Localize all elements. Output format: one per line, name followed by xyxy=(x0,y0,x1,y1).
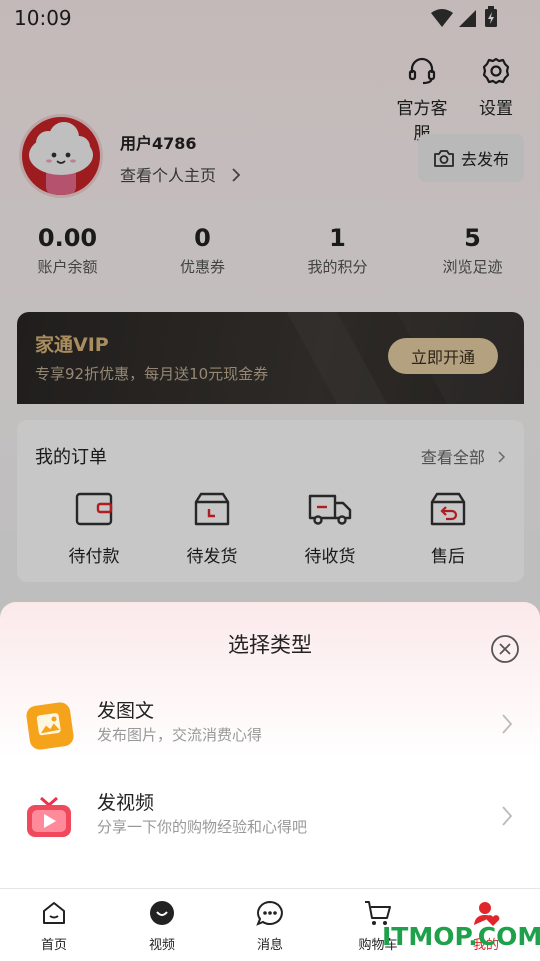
video-smile-icon xyxy=(150,901,174,925)
tab-messages[interactable]: 消息 xyxy=(216,889,324,961)
tab-label: 消息 xyxy=(256,938,283,953)
option-subtitle: 发布图片，交流消费心得 xyxy=(97,726,263,744)
close-icon[interactable] xyxy=(490,634,520,664)
tab-label: 首页 xyxy=(40,938,67,953)
chevron-right-icon xyxy=(502,806,513,826)
tab-video[interactable]: 视频 xyxy=(108,889,216,961)
post-image-text-option[interactable]: 发图文 发布图片，交流消费心得 xyxy=(0,688,540,768)
post-video-option[interactable]: 发视频 分享一下你的购物经验和心得吧 xyxy=(0,780,540,860)
watermark: ITMOP.COM xyxy=(382,922,540,951)
option-title: 发图文 xyxy=(97,700,155,722)
tab-label: 视频 xyxy=(148,938,175,953)
chevron-right-icon xyxy=(502,714,513,734)
select-type-sheet: 选择类型 发图文 发布图片，交流消费心得 发视频 分享一下你的购物经验和心得吧 xyxy=(0,602,540,888)
option-subtitle: 分享一下你的购物经验和心得吧 xyxy=(97,818,308,836)
video-post-icon xyxy=(27,796,71,837)
message-bubble-icon xyxy=(256,900,283,926)
tab-home[interactable]: 首页 xyxy=(0,889,108,961)
option-title: 发视频 xyxy=(97,792,155,814)
sheet-title: 选择类型 xyxy=(228,633,312,657)
image-post-icon xyxy=(26,702,74,750)
home-icon xyxy=(43,902,65,924)
